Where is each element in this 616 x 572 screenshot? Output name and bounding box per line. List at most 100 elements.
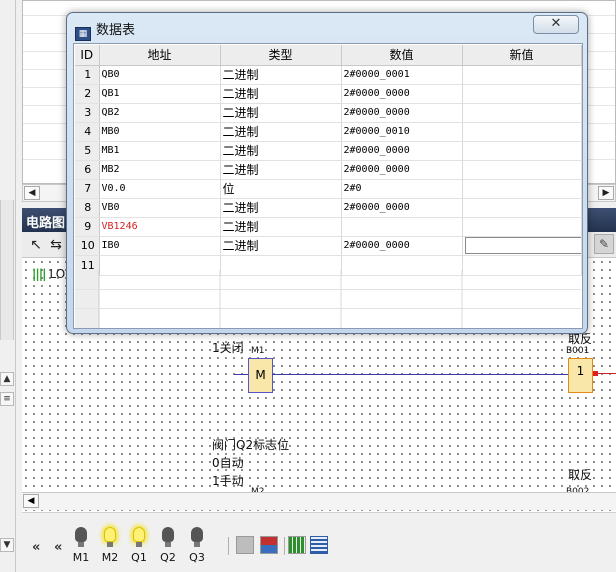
address-cell[interactable]: V0.0 [99, 179, 221, 199]
indicator-m1: M1 [69, 527, 93, 564]
data-table-client: ID 地址 类型 数值 新值 1 QB0 二进制 2#0000_0001 2 Q… [73, 43, 583, 329]
address-cell-invalid[interactable]: VB1246 [99, 217, 221, 237]
column-header-type[interactable]: 类型 [220, 45, 342, 66]
left-scroll-up-button[interactable]: ▲ [0, 372, 14, 386]
device-icon[interactable] [236, 536, 254, 554]
simulation-status-bar: « « M1 M2 Q1 Q2 Q3 [22, 512, 616, 572]
close-button[interactable]: ✕ [533, 15, 579, 34]
address-cell[interactable]: IB0 [99, 236, 221, 256]
scroll-left-arrow-icon[interactable]: ◀ [24, 186, 40, 200]
column-header-value[interactable]: 数值 [341, 45, 463, 66]
new-value-cell[interactable] [462, 160, 582, 180]
type-cell[interactable]: 二进制 [220, 236, 342, 256]
grid-green-icon[interactable] [288, 536, 306, 554]
type-cell[interactable]: 二进制 [220, 84, 342, 104]
select-arrow-icon[interactable]: ↖ [26, 235, 46, 255]
close-comment: 1关闭 [212, 341, 244, 355]
new-value-cell[interactable] [462, 122, 582, 142]
table-row[interactable]: 3 QB2 二进制 2#0000_0000 [75, 103, 582, 123]
negate-block-b001[interactable]: 1 [568, 358, 593, 393]
table-row[interactable]: 9 VB1246 二进制 [75, 217, 582, 237]
table-row[interactable]: 4 MB0 二进制 2#0000_0010 [75, 122, 582, 142]
value-cell: 2#0000_0000 [341, 141, 463, 161]
table-header-row: ID 地址 类型 数值 新值 [75, 45, 582, 66]
circuit-horizontal-scrollbar[interactable]: ◀ [22, 492, 616, 510]
toolbar-separator [228, 537, 229, 555]
auto-comment: 0自动 [212, 456, 244, 470]
table-row[interactable]: 6 MB2 二进制 2#0000_0000 [75, 160, 582, 180]
memory-block-m1[interactable]: M [248, 358, 273, 393]
column-header-address[interactable]: 地址 [99, 45, 221, 66]
table-empty-area[interactable] [75, 270, 581, 328]
negate-comment: 取反 [568, 468, 593, 482]
type-cell[interactable]: 位 [220, 179, 342, 199]
address-cell[interactable]: VB0 [99, 198, 221, 218]
table-row[interactable]: 5 MB1 二进制 2#0000_0000 [75, 141, 582, 161]
bulb-off-icon [191, 527, 203, 542]
new-value-cell[interactable] [462, 179, 582, 199]
value-cell: 2#0000_0001 [341, 65, 463, 85]
table-row[interactable]: 7 V0.0 位 2#0 [75, 179, 582, 199]
new-value-cell[interactable] [462, 65, 582, 85]
close-icon: ✕ [550, 16, 562, 31]
block-m1-name: M1 [251, 346, 265, 356]
value-cell: 2#0000_0000 [341, 198, 463, 218]
type-cell[interactable]: 二进制 [220, 141, 342, 161]
type-cell[interactable]: 二进制 [220, 122, 342, 142]
bulb-on-icon [104, 527, 116, 542]
valve-flag-comment: 阀门Q2标志位 [212, 438, 290, 452]
bulb-off-icon [162, 527, 174, 542]
left-scroll-down-button[interactable]: ▼ [0, 538, 14, 552]
table-row[interactable]: 10 IB0 二进制 2#0000_0000 [75, 236, 582, 256]
indicator-q1: Q1 [127, 527, 151, 564]
bulb-on-icon [133, 527, 145, 542]
scroll-left-arrow-icon[interactable]: ◀ [23, 494, 39, 508]
address-cell[interactable]: MB0 [99, 122, 221, 142]
type-cell[interactable]: 二进制 [220, 103, 342, 123]
io-module-icon[interactable] [260, 536, 278, 554]
column-header-new-value[interactable]: 新值 [462, 45, 582, 66]
new-value-cell[interactable] [462, 103, 582, 123]
new-value-cell[interactable] [462, 198, 582, 218]
left-scroll-thumb[interactable]: ≡ [0, 392, 14, 406]
table-row[interactable]: 8 VB0 二进制 2#0000_0000 [75, 198, 582, 218]
collapse-left-icon-2[interactable]: « [54, 540, 62, 555]
type-cell[interactable]: 二进制 [220, 198, 342, 218]
address-cell[interactable]: QB1 [99, 84, 221, 104]
new-value-cell[interactable] [462, 141, 582, 161]
connect-tool-icon[interactable]: ⇆ [46, 235, 66, 255]
value-cell: 2#0000_0000 [341, 84, 463, 104]
type-cell[interactable]: 二进制 [220, 65, 342, 85]
scroll-right-arrow-icon[interactable]: ▶ [598, 186, 614, 200]
connection-wire[interactable] [272, 374, 568, 375]
window-app-icon: ▦ [75, 27, 91, 41]
new-value-cell[interactable] [462, 217, 582, 237]
table-row[interactable]: 2 QB1 二进制 2#0000_0000 [75, 84, 582, 104]
collapse-left-icon[interactable]: « [32, 540, 40, 555]
left-scroll-track[interactable] [0, 200, 14, 340]
column-header-id[interactable]: ID [75, 45, 100, 66]
data-table-icon[interactable] [310, 536, 328, 554]
value-cell [341, 217, 463, 237]
empty-grid-lines [75, 270, 581, 328]
block-b001-name: B001 [566, 346, 590, 356]
address-cell[interactable]: QB2 [99, 103, 221, 123]
bulb-off-icon [75, 527, 87, 542]
input-wire [234, 374, 248, 375]
lo-indicator: |||| LO [32, 267, 66, 281]
type-cell[interactable]: 二进制 [220, 217, 342, 237]
bars-icon: |||| [32, 267, 46, 281]
new-value-cell[interactable] [462, 84, 582, 104]
pencil-icon[interactable]: ✎ [594, 234, 614, 254]
address-cell[interactable]: QB0 [99, 65, 221, 85]
value-cell: 2#0000_0000 [341, 103, 463, 123]
output-wire [598, 373, 616, 374]
type-cell[interactable]: 二进制 [220, 160, 342, 180]
value-cell: 2#0000_0010 [341, 122, 463, 142]
address-cell[interactable]: MB2 [99, 160, 221, 180]
address-cell[interactable]: MB1 [99, 141, 221, 161]
new-value-input[interactable] [464, 237, 580, 254]
data-table-window: ▦ 数据表 ✕ ID 地址 类型 数值 新值 1 QB0 二进制 2#0000_… [66, 12, 588, 334]
left-panel-strip: ▲ ≡ ▼ [0, 0, 16, 572]
table-row[interactable]: 1 QB0 二进制 2#0000_0001 [75, 65, 582, 85]
